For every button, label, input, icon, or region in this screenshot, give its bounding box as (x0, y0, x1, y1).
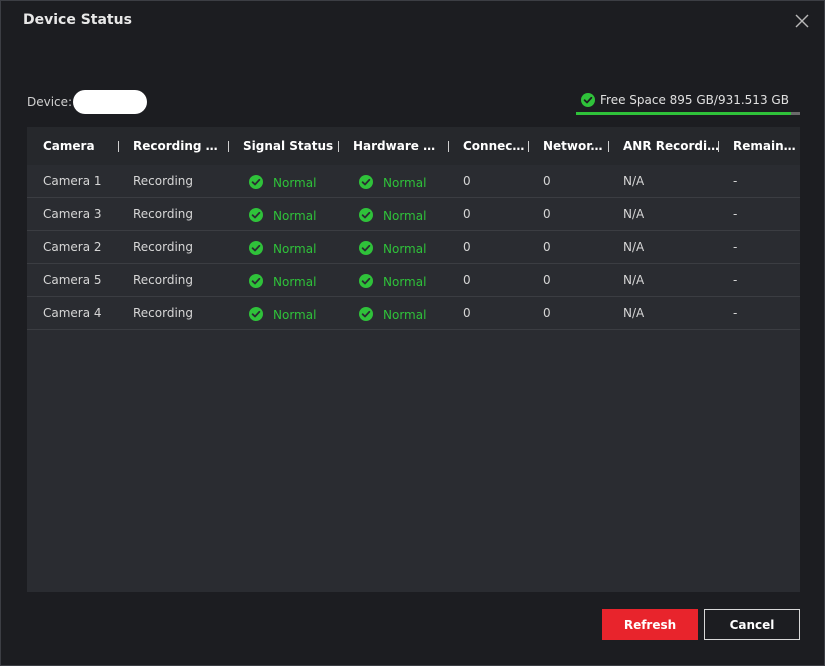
column-resize-handle[interactable] (718, 141, 719, 152)
check-circle-icon (359, 174, 373, 189)
recording-status-cell: Recording (133, 207, 194, 221)
device-status-dialog: Device Status Device: Free Space 895 GB/… (0, 0, 825, 666)
check-circle-icon (249, 240, 263, 255)
camera-status-table: Camera Recording St... Signal Status Hardwa… (27, 127, 800, 592)
free-space-bar (576, 112, 800, 115)
column-header-camera[interactable]: Camera (43, 139, 113, 153)
network-cell: 0 (543, 240, 551, 254)
column-header-hardware-status[interactable]: Hardware St... (353, 139, 443, 153)
network-cell: 0 (543, 207, 551, 221)
free-space-text: Free Space 895 GB/931.513 GB (600, 93, 789, 107)
check-circle-icon (249, 273, 263, 288)
camera-cell: Camera 5 (43, 273, 102, 287)
refresh-button[interactable]: Refresh (602, 609, 698, 640)
column-header-network[interactable]: Networ... (543, 139, 603, 153)
free-space-bar-fill (576, 112, 792, 115)
table-row[interactable]: Camera 1 Recording Normal Normal 0 0 N/A - (27, 165, 800, 198)
table-row[interactable]: Camera 3 Recording Normal Normal 0 0 N/A - (27, 198, 800, 231)
camera-cell: Camera 4 (43, 306, 102, 320)
signal-status-text: Normal (273, 209, 317, 223)
check-circle-icon (249, 174, 263, 189)
check-circle-icon (359, 240, 373, 255)
anr-recording-cell: N/A (623, 273, 645, 287)
signal-status-text: Normal (273, 176, 317, 190)
check-circle-icon (359, 273, 373, 288)
anr-recording-cell: N/A (623, 240, 645, 254)
recording-status-cell: Recording (133, 240, 194, 254)
camera-cell: Camera 1 (43, 174, 102, 188)
column-resize-handle[interactable] (608, 141, 609, 152)
device-field[interactable] (73, 90, 147, 114)
check-circle-icon (249, 207, 263, 222)
anr-recording-cell: N/A (623, 207, 645, 221)
camera-cell: Camera 3 (43, 207, 102, 221)
remaining-cell: - (733, 273, 738, 287)
table-header: Camera Recording St... Signal Status Hardwa… (27, 127, 800, 165)
network-cell: 0 (543, 306, 551, 320)
signal-status-text: Normal (273, 275, 317, 289)
column-resize-handle[interactable] (528, 141, 529, 152)
connections-cell: 0 (463, 174, 471, 188)
column-header-remaining[interactable]: Remaini... (733, 139, 797, 153)
column-header-recording-status[interactable]: Recording St... (133, 139, 225, 153)
close-icon[interactable] (794, 13, 810, 29)
check-circle-icon (581, 92, 595, 107)
column-resize-handle[interactable] (118, 141, 119, 152)
check-circle-icon (359, 207, 373, 222)
free-space-indicator: Free Space 895 GB/931.513 GB (576, 88, 800, 116)
signal-status-text: Normal (273, 308, 317, 322)
check-circle-icon (359, 306, 373, 321)
check-circle-icon (249, 306, 263, 321)
connections-cell: 0 (463, 240, 471, 254)
dialog-title: Device Status (23, 12, 132, 28)
remaining-cell: - (733, 174, 738, 188)
anr-recording-cell: N/A (623, 306, 645, 320)
connections-cell: 0 (463, 207, 471, 221)
table-row[interactable]: Camera 4 Recording Normal Normal 0 0 N/A - (27, 297, 800, 330)
recording-status-cell: Recording (133, 174, 194, 188)
hardware-status-text: Normal (383, 308, 427, 322)
hardware-status-text: Normal (383, 275, 427, 289)
anr-recording-cell: N/A (623, 174, 645, 188)
hardware-status-text: Normal (383, 176, 427, 190)
camera-cell: Camera 2 (43, 240, 102, 254)
remaining-cell: - (733, 306, 738, 320)
column-resize-handle[interactable] (448, 141, 449, 152)
network-cell: 0 (543, 273, 551, 287)
signal-status-text: Normal (273, 242, 317, 256)
recording-status-cell: Recording (133, 306, 194, 320)
column-header-signal-status[interactable]: Signal Status (243, 139, 335, 153)
connections-cell: 0 (463, 306, 471, 320)
recording-status-cell: Recording (133, 273, 194, 287)
column-resize-handle[interactable] (228, 141, 229, 152)
table-row[interactable]: Camera 5 Recording Normal Normal 0 0 N/A - (27, 264, 800, 297)
network-cell: 0 (543, 174, 551, 188)
hardware-status-text: Normal (383, 209, 427, 223)
device-label: Device: (27, 95, 73, 109)
hardware-status-text: Normal (383, 242, 427, 256)
column-resize-handle[interactable] (338, 141, 339, 152)
table-row[interactable]: Camera 2 Recording Normal Normal 0 0 N/A - (27, 231, 800, 264)
remaining-cell: - (733, 207, 738, 221)
column-header-anr-recording[interactable]: ANR Recording (623, 139, 721, 153)
column-header-connections[interactable]: Connect... (463, 139, 529, 153)
cancel-button[interactable]: Cancel (704, 609, 800, 640)
connections-cell: 0 (463, 273, 471, 287)
remaining-cell: - (733, 240, 738, 254)
